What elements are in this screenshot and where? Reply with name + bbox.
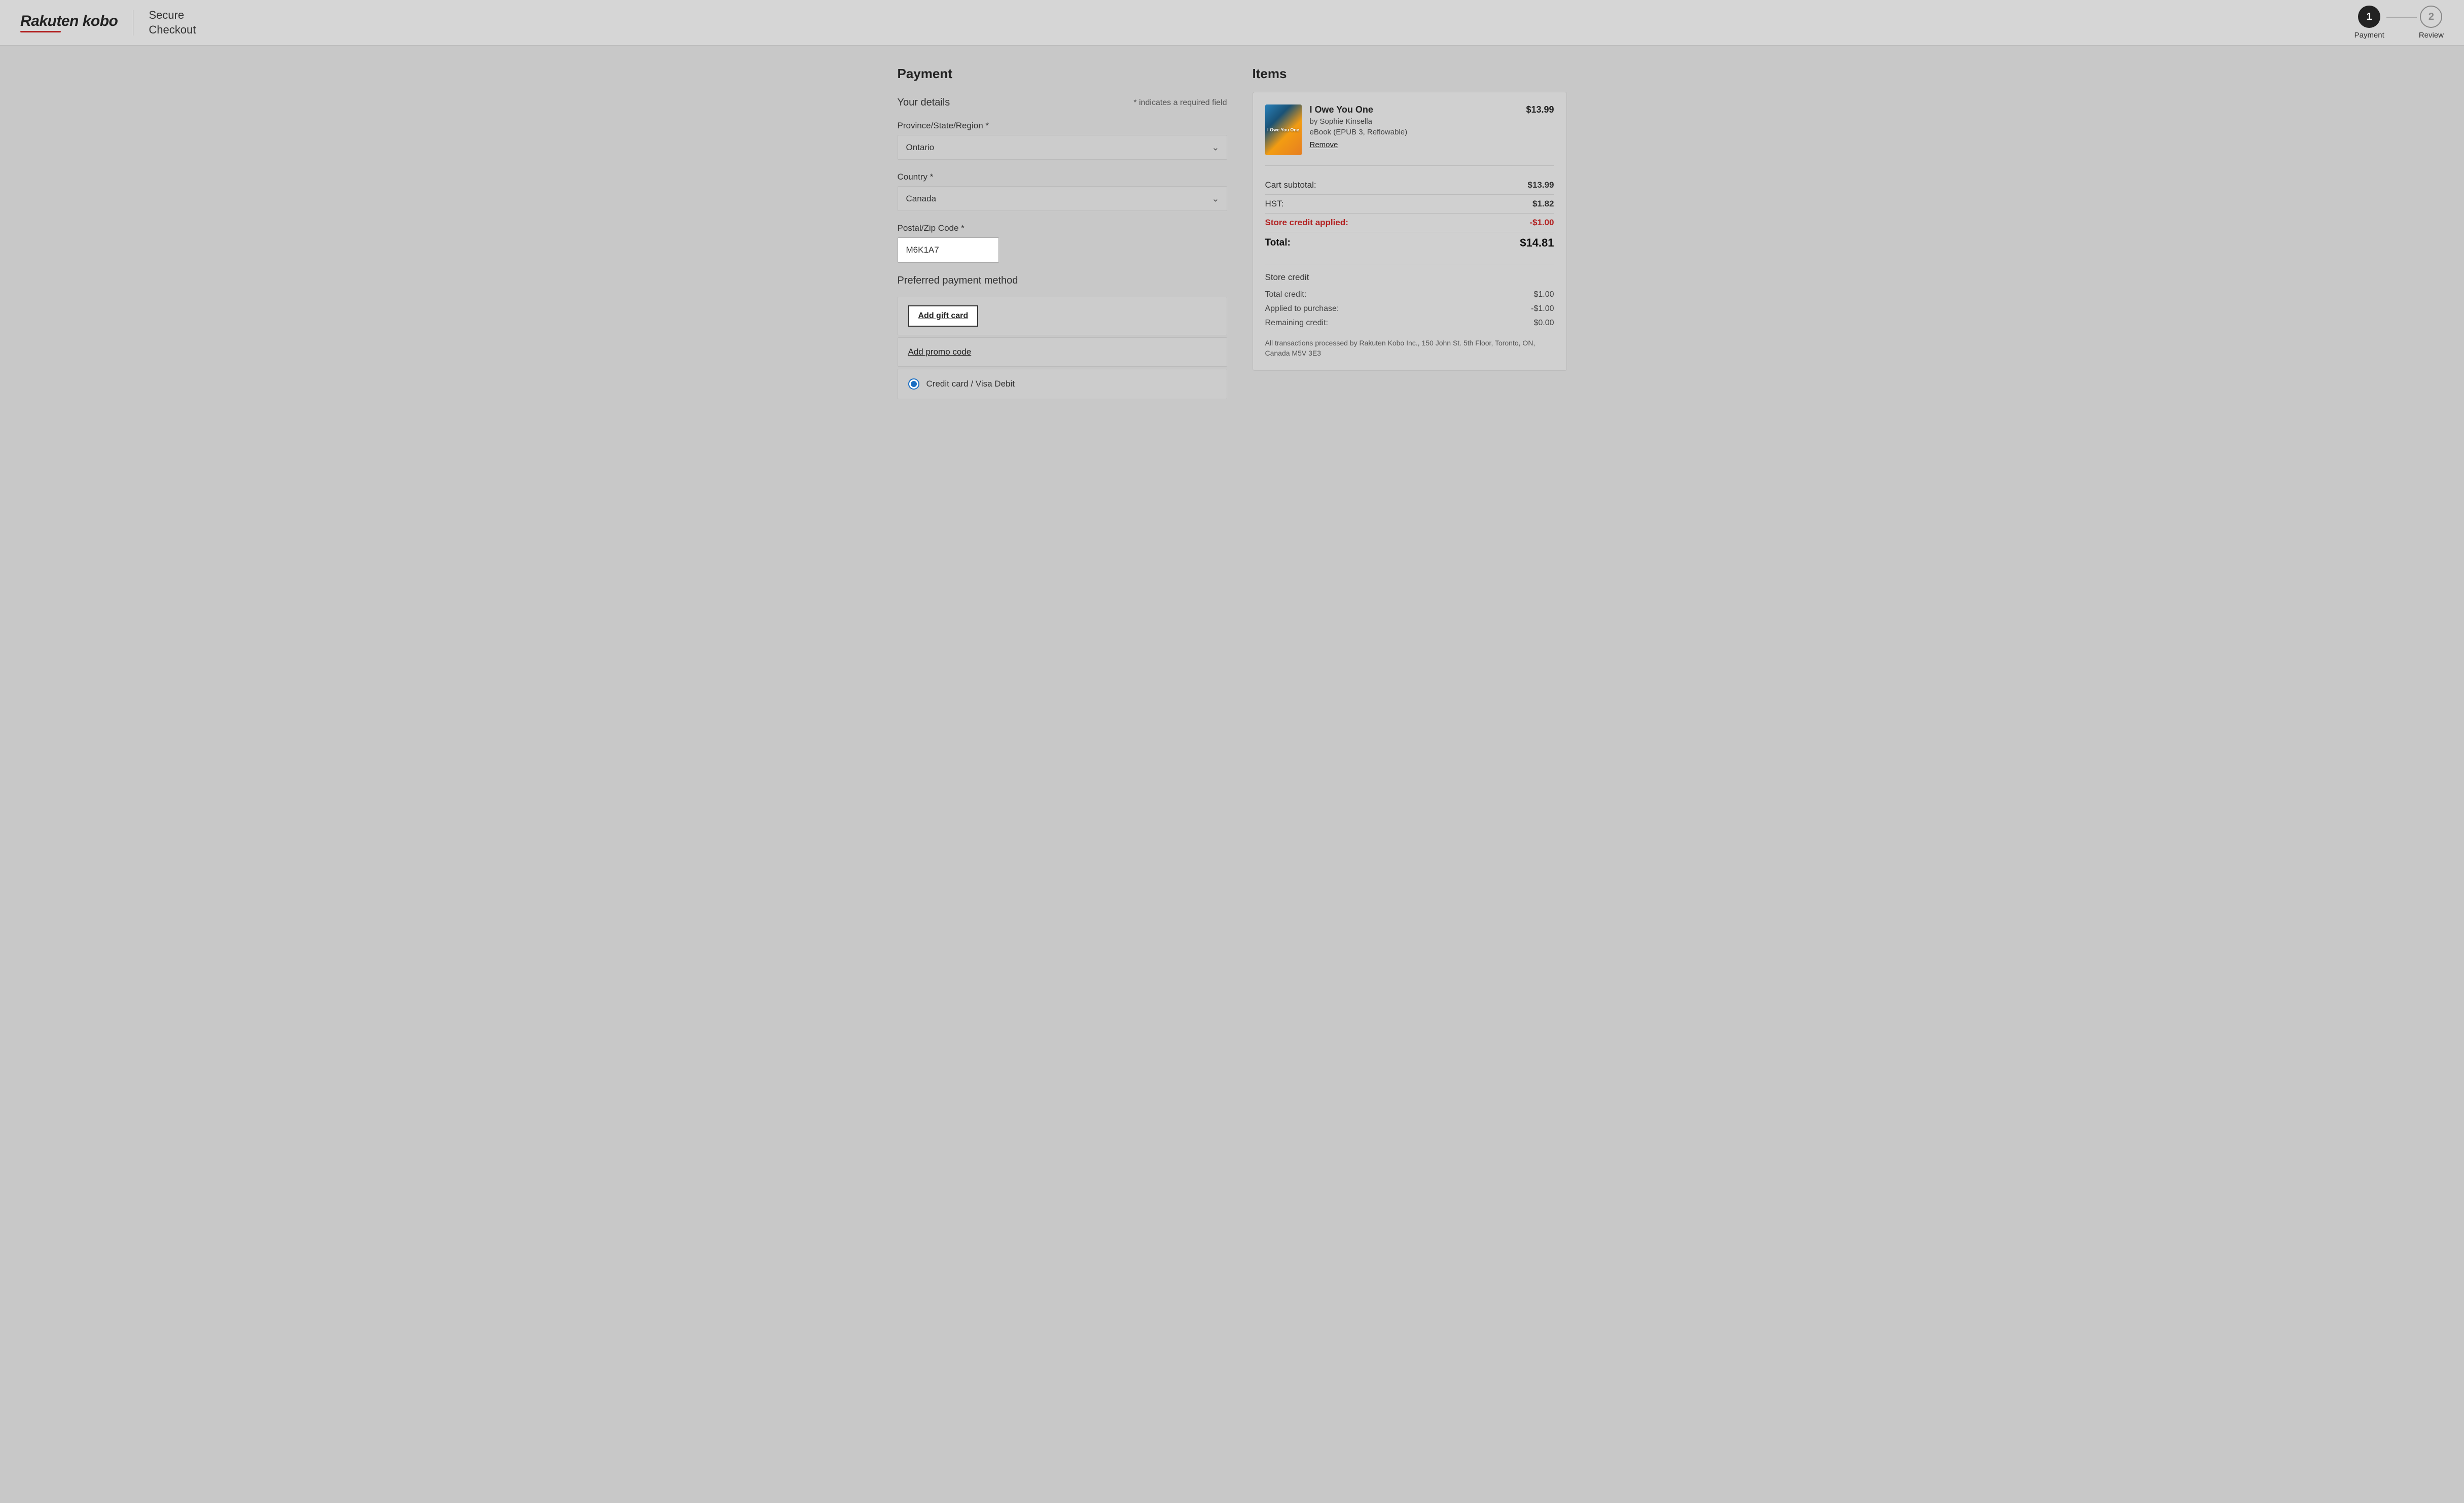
country-select[interactable]: Canada United States United Kingdom bbox=[898, 187, 1227, 211]
payment-title: Payment bbox=[898, 66, 1227, 82]
transaction-note: All transactions processed by Rakuten Ko… bbox=[1265, 338, 1554, 358]
add-gift-card-button[interactable]: Add gift card bbox=[908, 305, 979, 327]
store-credit-applied-value: -$1.00 bbox=[1529, 218, 1554, 228]
book-cover-text: I Owe You One bbox=[1265, 125, 1301, 135]
your-details-label: Your details bbox=[898, 97, 950, 109]
preferred-payment-title: Preferred payment method bbox=[898, 275, 1227, 287]
applied-value: -$1.00 bbox=[1531, 304, 1554, 313]
hst-value: $1.82 bbox=[1532, 199, 1554, 209]
logo-area: Rakuten kobo bbox=[20, 13, 118, 32]
country-field-group: Country * Canada United States United Ki… bbox=[898, 172, 1227, 211]
province-select[interactable]: Ontario British Columbia Alberta Quebec bbox=[898, 135, 1227, 159]
store-credit-applied-label: Store credit applied: bbox=[1265, 218, 1348, 228]
order-box: I Owe You One I Owe You One by Sophie Ki… bbox=[1253, 92, 1567, 371]
step-1-label: Payment bbox=[2354, 31, 2384, 40]
checkout-stepper: 1 Payment 2 Review bbox=[2354, 6, 2444, 40]
hst-label: HST: bbox=[1265, 199, 1284, 209]
province-field-group: Province/State/Region * Ontario British … bbox=[898, 121, 1227, 160]
cart-subtotal-value: $13.99 bbox=[1528, 180, 1554, 190]
credit-card-option[interactable]: Credit card / Visa Debit bbox=[898, 369, 1227, 399]
promo-code-box: Add promo code bbox=[898, 337, 1227, 367]
step-1-circle: 1 bbox=[2358, 6, 2380, 28]
store-credit-applied-row: Store credit applied: -$1.00 bbox=[1265, 214, 1554, 232]
remaining-value: $0.00 bbox=[1533, 319, 1554, 328]
credit-card-radio[interactable] bbox=[908, 378, 919, 390]
province-label: Province/State/Region * bbox=[898, 121, 1227, 131]
province-select-wrapper: Ontario British Columbia Alberta Quebec … bbox=[898, 135, 1227, 160]
cart-subtotal-label: Cart subtotal: bbox=[1265, 180, 1316, 190]
total-credit-row: Total credit: $1.00 bbox=[1265, 288, 1554, 302]
book-price: $13.99 bbox=[1526, 104, 1554, 115]
applied-label: Applied to purchase: bbox=[1265, 304, 1339, 313]
step-2-label: Review bbox=[2419, 31, 2444, 40]
total-row: Total: $14.81 bbox=[1265, 232, 1554, 254]
country-select-wrapper: Canada United States United Kingdom ⌄ bbox=[898, 186, 1227, 211]
cart-subtotal-row: Cart subtotal: $13.99 bbox=[1265, 176, 1554, 195]
remaining-label: Remaining credit: bbox=[1265, 319, 1329, 328]
country-label: Country * bbox=[898, 172, 1227, 182]
total-credit-label: Total credit: bbox=[1265, 290, 1307, 299]
remaining-row: Remaining credit: $0.00 bbox=[1265, 316, 1554, 330]
book-info: I Owe You One by Sophie Kinsella eBook (… bbox=[1310, 104, 1518, 150]
store-credit-section-title: Store credit bbox=[1265, 272, 1554, 283]
step-2-circle: 2 bbox=[2420, 6, 2442, 28]
postal-label: Postal/Zip Code * bbox=[898, 223, 1227, 233]
book-item-row: I Owe You One I Owe You One by Sophie Ki… bbox=[1265, 104, 1554, 166]
header: Rakuten kobo Secure Checkout 1 Payment 2… bbox=[0, 0, 2464, 46]
step-2-review: 2 Review bbox=[2419, 6, 2444, 40]
store-credit-section: Store credit Total credit: $1.00 Applied… bbox=[1265, 264, 1554, 330]
preferred-payment-section: Preferred payment method Add gift card A… bbox=[898, 275, 1227, 399]
radio-inner-dot bbox=[911, 381, 917, 387]
credit-card-label: Credit card / Visa Debit bbox=[926, 379, 1015, 389]
payment-form-panel: Payment Your details * indicates a requi… bbox=[898, 66, 1227, 401]
total-credit-value: $1.00 bbox=[1533, 290, 1554, 299]
total-value: $14.81 bbox=[1520, 236, 1554, 250]
book-author: by Sophie Kinsella bbox=[1310, 117, 1518, 126]
your-details-row: Your details * indicates a required fiel… bbox=[898, 97, 1227, 109]
items-title: Items bbox=[1253, 66, 1567, 82]
gift-card-inner: Add gift card bbox=[898, 297, 1227, 335]
book-format: eBook (EPUB 3, Reflowable) bbox=[1310, 128, 1518, 136]
step-1-payment: 1 Payment bbox=[2354, 6, 2384, 40]
hst-row: HST: $1.82 bbox=[1265, 195, 1554, 214]
postal-field-group: Postal/Zip Code * bbox=[898, 223, 1227, 263]
main-content: Payment Your details * indicates a requi… bbox=[877, 46, 1587, 432]
remove-item-button[interactable]: Remove bbox=[1310, 141, 1338, 149]
book-title: I Owe You One bbox=[1310, 104, 1518, 115]
postal-input[interactable] bbox=[898, 237, 999, 263]
total-label: Total: bbox=[1265, 237, 1291, 249]
order-summary-panel: Items I Owe You One I Owe You One by Sop… bbox=[1253, 66, 1567, 401]
book-cover-image: I Owe You One bbox=[1265, 104, 1302, 155]
add-promo-button[interactable]: Add promo code bbox=[908, 347, 972, 357]
secure-checkout-label: Secure Checkout bbox=[149, 8, 196, 37]
rakuten-kobo-logo[interactable]: Rakuten kobo bbox=[20, 13, 118, 32]
gift-card-box: Add gift card bbox=[898, 297, 1227, 335]
totals-section: Cart subtotal: $13.99 HST: $1.82 Store c… bbox=[1265, 176, 1554, 254]
required-note: * indicates a required field bbox=[1133, 98, 1227, 108]
applied-row: Applied to purchase: -$1.00 bbox=[1265, 302, 1554, 316]
step-connector bbox=[2386, 17, 2417, 18]
